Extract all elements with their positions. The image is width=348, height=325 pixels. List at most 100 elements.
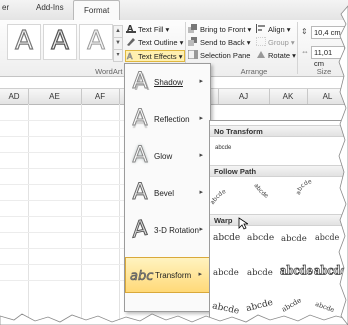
submenu-arrow-icon: ▸ xyxy=(199,189,203,196)
warp-option[interactable]: abcde xyxy=(280,264,314,278)
follow-path-arch-down[interactable]: abcde xyxy=(252,182,269,200)
submenu-arrow-icon: ▸ xyxy=(198,271,202,278)
follow-path-circle[interactable]: abcde xyxy=(295,178,313,195)
3d-rotation-a-icon: A xyxy=(132,215,148,244)
ribbon-tab-bar: er Add-Ins Format xyxy=(0,0,348,21)
warp-option[interactable]: abcde xyxy=(280,296,302,314)
warp-option[interactable]: abcde xyxy=(213,233,240,243)
svg-text:abcde: abcde xyxy=(210,188,227,206)
menu-item-label: Shadow xyxy=(154,78,183,87)
column-header[interactable]: AL xyxy=(307,89,348,104)
warp-option[interactable]: abcde xyxy=(315,233,339,242)
submenu-arrow-icon: ▸ xyxy=(199,226,203,233)
text-effects-menu: A Shadow ▸ A Reflection ▸ A Glow ▸ A Bev… xyxy=(124,63,211,312)
align-label: Align ▾ xyxy=(268,25,291,34)
menu-item-label: Reflection xyxy=(154,115,190,124)
align-icon xyxy=(256,24,266,33)
group-label-arrange: Arrange xyxy=(240,67,268,76)
gallery-more-button[interactable]: ▾ xyxy=(113,49,123,62)
excel-window: er Add-Ins Format A A A ▲ ▼ ▾ A Text Fill… xyxy=(0,0,348,325)
menu-item-shadow[interactable]: A Shadow ▸ xyxy=(125,65,210,101)
grid-line xyxy=(81,104,82,325)
warp-option[interactable]: abcde xyxy=(213,268,239,278)
menu-item-label: Transform xyxy=(155,271,192,280)
follow-path-arch-up[interactable]: abcde xyxy=(210,188,227,206)
shape-width-input[interactable]: 11,01 cm xyxy=(311,46,345,68)
height-icon: ⇕ xyxy=(301,27,308,36)
reflection-a-icon: A xyxy=(132,106,148,132)
group-separator xyxy=(297,22,298,74)
svg-text:A: A xyxy=(127,52,133,60)
column-header[interactable]: AD xyxy=(0,89,29,104)
menu-item-label: 3-D Rotation xyxy=(154,226,199,235)
submenu-arrow-icon: ▸ xyxy=(199,78,203,85)
align-button[interactable]: Align ▾ xyxy=(256,24,291,35)
send-to-back-icon xyxy=(188,37,198,46)
menu-item-reflection[interactable]: A Reflection ▸ xyxy=(125,102,210,138)
tab-format[interactable]: Format xyxy=(73,0,121,20)
warp-option[interactable]: abcde xyxy=(211,301,240,316)
text-fill-icon: A xyxy=(126,24,136,33)
selection-pane-label: Selection Pane xyxy=(200,51,251,60)
svg-text:abcde: abcde xyxy=(252,182,269,200)
glow-a-icon: A xyxy=(132,143,148,169)
selection-pane-button[interactable]: Selection Pane xyxy=(187,49,251,61)
selection-pane-icon xyxy=(187,49,199,60)
warp-option[interactable]: abcde xyxy=(314,300,335,314)
submenu-arrow-icon: ▸ xyxy=(199,152,203,159)
warp-option[interactable]: abcde xyxy=(281,234,307,244)
menu-item-label: Glow xyxy=(154,152,173,161)
grid-line xyxy=(119,104,120,325)
column-header[interactable]: AF xyxy=(81,89,120,104)
column-header[interactable]: AE xyxy=(28,89,82,104)
column-header[interactable]: AJ xyxy=(218,89,270,104)
submenu-arrow-icon: ▸ xyxy=(199,115,203,122)
column-header[interactable]: AK xyxy=(269,89,308,104)
shadow-a-icon: A xyxy=(132,69,148,95)
text-effects-button[interactable]: A Text Effects ▾ xyxy=(125,50,186,62)
menu-item-bevel[interactable]: A Bevel ▸ xyxy=(125,176,210,212)
warp-option[interactable]: abcde xyxy=(247,233,274,243)
bring-to-front-label: Bring to Front ▾ xyxy=(200,25,252,34)
section-header-no-transform: No Transform xyxy=(210,125,348,137)
menu-item-3d-rotation[interactable]: A 3-D Rotation ▸ xyxy=(125,213,210,249)
text-outline-icon xyxy=(126,37,136,46)
mouse-pointer-icon xyxy=(238,217,248,230)
section-header-warp: Warp xyxy=(210,214,348,226)
tab-partial[interactable]: er xyxy=(2,3,9,12)
shape-height-input[interactable]: 10,4 cm xyxy=(311,26,345,39)
grid-line xyxy=(28,104,29,325)
send-to-back-button[interactable]: Send to Back ▾ xyxy=(188,37,250,48)
menu-item-glow[interactable]: A Glow ▸ xyxy=(125,139,210,175)
bring-to-front-button[interactable]: Bring to Front ▾ xyxy=(188,24,251,35)
follow-path-samples: abcde abcde abcde xyxy=(210,178,313,206)
warp-option[interactable]: abcde xyxy=(247,268,273,278)
wordart-style-3[interactable]: A xyxy=(79,24,113,60)
rotate-label: Rotate ▾ xyxy=(268,51,296,60)
rotate-button[interactable]: Rotate ▾ xyxy=(256,50,296,61)
text-outline-label: Text Outline ▾ xyxy=(138,38,184,47)
transform-gallery: ▴ No Transform abcde Follow Path abcde a… xyxy=(209,120,348,325)
transform-abc-icon: abc xyxy=(130,269,154,285)
section-header-follow-path: Follow Path xyxy=(210,165,348,177)
svg-text:abcde: abcde xyxy=(295,178,313,195)
no-transform-option[interactable]: abcde xyxy=(215,145,231,151)
menu-item-label: Bevel xyxy=(154,189,175,198)
rotate-icon xyxy=(256,50,266,59)
group-button[interactable]: Group ▾ xyxy=(255,36,295,48)
menu-item-transform[interactable]: abc Transform ▸ xyxy=(125,257,210,293)
send-to-back-label: Send to Back ▾ xyxy=(200,38,251,47)
wordart-style-2[interactable]: A xyxy=(43,24,77,60)
text-effects-icon: A xyxy=(126,51,136,62)
width-icon: ⇔ xyxy=(301,47,309,56)
warp-option[interactable]: abcde xyxy=(314,264,348,278)
text-fill-label: Text Fill ▾ xyxy=(138,25,170,34)
text-fill-button[interactable]: A Text Fill ▾ xyxy=(126,24,169,35)
wordart-style-1[interactable]: A xyxy=(7,24,41,60)
tab-add-ins[interactable]: Add-Ins xyxy=(36,3,64,12)
text-outline-button[interactable]: Text Outline ▾ xyxy=(126,37,183,48)
group-label: Group ▾ xyxy=(268,38,295,47)
group-label-size: Size xyxy=(316,67,332,76)
warp-option[interactable]: abcde xyxy=(245,298,274,314)
group-icon xyxy=(255,36,267,47)
